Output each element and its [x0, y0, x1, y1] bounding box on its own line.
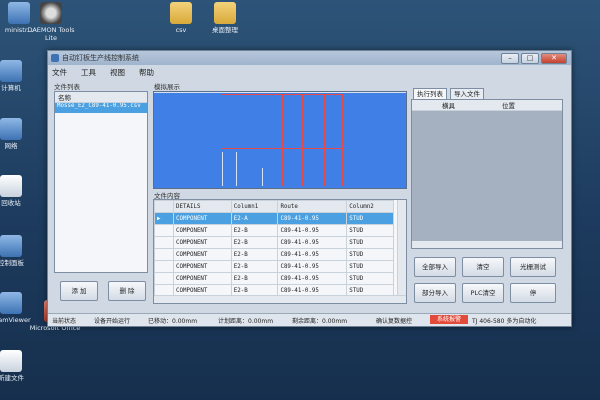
simulation-label: 模拟展示 — [154, 83, 180, 91]
status-planned: 计划距离：0.00mm — [218, 318, 274, 325]
table-row[interactable]: ▶ COMPONENT E2-A C89-41-0.95 STUD — [154, 212, 394, 225]
delete-button[interactable]: 删 除 — [108, 281, 146, 301]
column-header[interactable]: Column1 — [230, 200, 279, 213]
stud-line — [262, 168, 263, 186]
menu-help[interactable]: 帮助 — [139, 67, 154, 78]
file-content-table[interactable]: DETAILS Column1 Route Column2 ▶ COMPONEN… — [153, 199, 407, 304]
partial-import-button[interactable]: 部分导入 — [414, 283, 456, 303]
simulation-canvas — [153, 91, 407, 189]
desktop-icon-control[interactable]: 控制面板 — [0, 235, 40, 267]
table-row[interactable]: COMPONENT E2-B C89-41-0.95 STUD — [154, 224, 394, 237]
exec-list-header: 横具 位置 — [412, 100, 562, 111]
app-window: 自动钉板生产线控制系统 – □ ✕ 文件 工具 视图 帮助 文件列表 名称 Mo… — [47, 50, 572, 327]
stud-line — [236, 152, 237, 186]
plc-clear-button[interactable]: PLC清空 — [462, 283, 504, 303]
alarm-badge: 系统报警 — [430, 315, 468, 324]
column-header[interactable]: 位置 — [502, 100, 515, 110]
status-moved: 已移动：0.00mm — [148, 318, 198, 325]
column-header[interactable]: 横具 — [442, 100, 455, 110]
cut-line — [302, 94, 303, 186]
document-icon — [0, 350, 22, 372]
status-remaining: 剩余距离：0.00mm — [292, 318, 348, 325]
maximize-button[interactable]: □ — [521, 53, 539, 64]
stop-button[interactable]: 停 — [510, 283, 556, 303]
cut-line — [324, 94, 325, 186]
table-row[interactable]: COMPONENT E2-B C89-41-0.95 STUD — [154, 248, 394, 261]
recycle-bin-icon — [0, 175, 22, 197]
horizontal-scrollbar[interactable] — [412, 241, 562, 248]
clear-button[interactable]: 清空 — [462, 257, 504, 277]
add-button[interactable]: 添 加 — [60, 281, 98, 301]
column-header[interactable]: Column2 — [346, 200, 394, 213]
import-all-button[interactable]: 全部导入 — [414, 257, 456, 277]
close-button[interactable]: ✕ — [541, 53, 567, 64]
wire-test-button[interactable]: 光栅测试 — [510, 257, 556, 277]
window-title: 自动钉板生产线控制系统 — [62, 54, 139, 62]
exec-list[interactable]: 横具 位置 — [411, 99, 563, 249]
status-phone: TJ 406-580 多为自动化 — [472, 318, 537, 325]
file-list-label: 文件列表 — [54, 83, 80, 91]
app-icon — [51, 54, 59, 62]
desktop-icon-daemon[interactable]: DAEMON Tools Lite — [22, 2, 80, 42]
menu-tools[interactable]: 工具 — [81, 67, 96, 78]
cut-line — [282, 94, 283, 186]
table-row[interactable]: COMPONENT E2-B C89-41-0.95 STUD — [154, 236, 394, 249]
status-state: 当前状态 — [52, 318, 77, 325]
control-panel-icon — [0, 235, 22, 257]
folder-icon — [214, 2, 236, 24]
network-icon — [0, 118, 22, 140]
file-list-header: 名称 — [55, 92, 147, 103]
table-row[interactable]: COMPONENT E2-B C89-41-0.95 STUD — [154, 272, 394, 285]
title-bar[interactable]: 自动钉板生产线控制系统 – □ ✕ — [48, 51, 571, 65]
menu-view[interactable]: 视图 — [110, 67, 125, 78]
computer-icon — [0, 60, 22, 82]
status-confirm: 确认复数据控 — [376, 318, 413, 325]
grid-line — [154, 92, 406, 93]
desktop-icon-recycle[interactable]: 回收站 — [0, 175, 40, 207]
status-bar: 当前状态 设备开始运行 已移动：0.00mm 计划距离：0.00mm 剩余距离：… — [48, 313, 571, 326]
row-indicator-header — [154, 200, 174, 213]
file-list[interactable]: 名称 Mosse_E2_C89-41-0.95.csv — [54, 91, 148, 273]
desktop-icon-computer[interactable]: 计算机 — [0, 60, 40, 92]
menu-bar: 文件 工具 视图 帮助 — [52, 67, 154, 78]
daemon-icon — [40, 2, 62, 24]
column-header[interactable]: DETAILS — [173, 200, 232, 213]
desktop-icon-document[interactable]: 新建文件 — [0, 350, 40, 382]
table-row[interactable]: COMPONENT E2-B C89-41-0.95 STUD — [154, 260, 394, 273]
horizontal-scrollbar[interactable] — [154, 295, 406, 303]
table-header: DETAILS Column1 Route Column2 — [154, 200, 394, 213]
desktop-icon-network[interactable]: 网络 — [0, 118, 40, 150]
desktop-icon-folder[interactable]: 桌面整理 — [196, 2, 254, 34]
cut-line — [342, 94, 343, 186]
file-list-item[interactable]: Mosse_E2_C89-41-0.95.csv — [55, 103, 147, 113]
column-header[interactable]: Route — [277, 200, 348, 213]
status-device: 设备开始运行 — [94, 318, 131, 325]
menu-file[interactable]: 文件 — [52, 67, 67, 78]
folder-icon — [170, 2, 192, 24]
row-indicator: ▶ — [154, 212, 174, 225]
app-icon — [0, 292, 22, 314]
vertical-scrollbar[interactable] — [397, 200, 406, 303]
stud-line — [222, 152, 223, 186]
minimize-button[interactable]: – — [501, 53, 519, 64]
